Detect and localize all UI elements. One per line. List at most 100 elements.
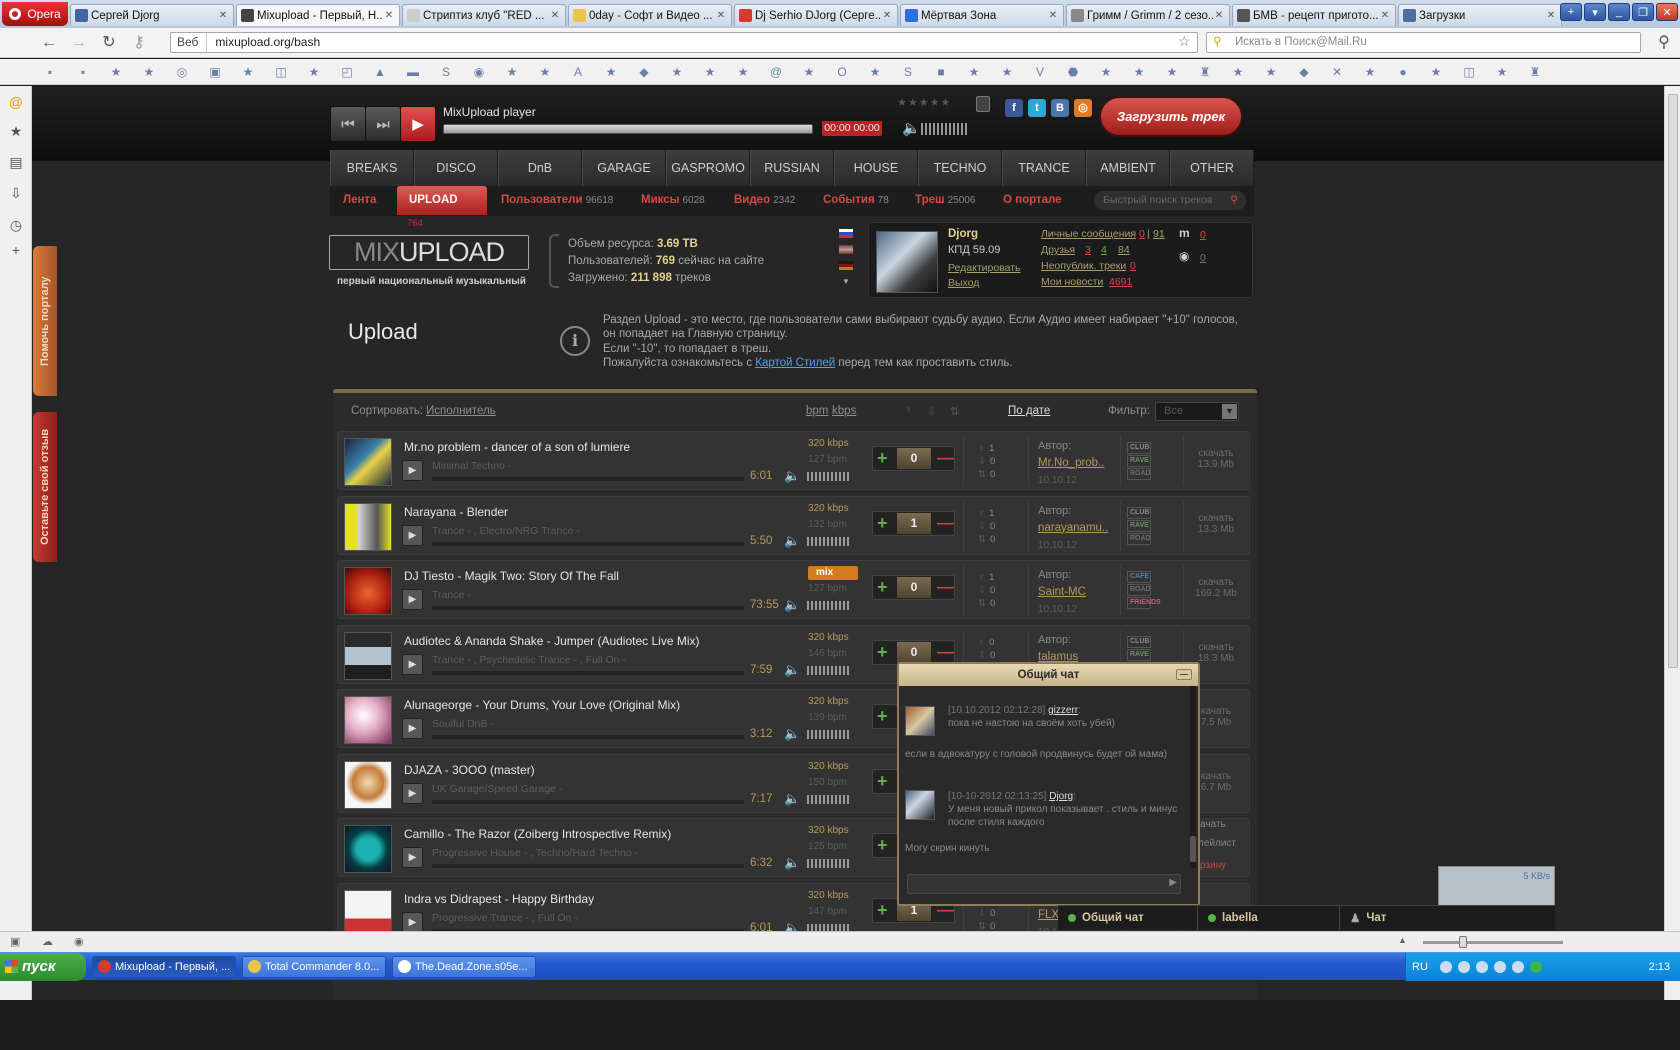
track-progress[interactable] <box>432 541 744 546</box>
downloads-icon[interactable]: ⇩ <box>8 185 24 201</box>
bookmark-icon[interactable]: S <box>438 64 454 80</box>
track-volume-slider[interactable] <box>807 601 851 610</box>
tray-icon[interactable] <box>1512 961 1524 973</box>
tag-cafe[interactable]: CAFE <box>1127 571 1151 583</box>
browser-tab[interactable]: Загрузки ✕ <box>1398 4 1562 26</box>
zoom-slider[interactable] <box>1423 936 1563 948</box>
search-field[interactable]: ⚲ Искать в Поиск@Mail.Ru <box>1206 32 1641 53</box>
friends-link[interactable]: Друзья <box>1041 244 1075 256</box>
bookmark-icon[interactable]: ★ <box>141 64 157 80</box>
track-play-button[interactable]: ▶ <box>402 911 423 933</box>
chat-scroll-thumb[interactable] <box>1190 836 1196 862</box>
bookmark-icon[interactable]: ◆ <box>1296 64 1312 80</box>
bookmark-icon[interactable]: ★ <box>801 64 817 80</box>
track-progress[interactable] <box>432 477 744 481</box>
close-tab-icon[interactable]: ✕ <box>549 10 561 21</box>
track-progress[interactable] <box>432 864 744 868</box>
nav-events[interactable]: События 78 <box>823 194 889 206</box>
flag-de-icon[interactable] <box>839 261 853 270</box>
track-title[interactable]: Alunageorge - Your Drums, Your Love (Ori… <box>404 698 680 712</box>
track-volume-icon[interactable]: 🔈 <box>784 726 800 742</box>
row-download-fragment[interactable]: ачать <box>1200 819 1226 830</box>
bookmark-icon[interactable]: ◎ <box>174 64 190 80</box>
player-progress[interactable] <box>443 124 813 134</box>
bookmark-icon[interactable]: ★ <box>1362 64 1378 80</box>
bookmark-icon[interactable]: ▲ <box>372 64 388 80</box>
mixes-m-icon[interactable]: m <box>1179 226 1190 240</box>
genre-house[interactable]: HOUSE <box>834 150 918 186</box>
bookmark-icon[interactable]: ★ <box>1263 64 1279 80</box>
genre-gaspromo[interactable]: GASPROMO <box>666 150 750 186</box>
track-title[interactable]: Narayana - Blender <box>404 505 508 519</box>
track-volume-icon[interactable]: 🔈 <box>784 533 800 549</box>
avatar[interactable] <box>876 231 938 293</box>
bookmark-icon[interactable]: ★ <box>603 64 619 80</box>
genre-dnb[interactable]: DnB <box>498 150 582 186</box>
bookmark-icon[interactable]: ▣ <box>207 64 223 80</box>
tab-list-icon[interactable]: ▾ <box>1584 3 1606 21</box>
bookmark-icon[interactable]: A <box>570 64 586 80</box>
taskbar-item[interactable]: Total Commander 8.0... <box>242 956 386 978</box>
vote-up-button[interactable]: + <box>877 577 888 597</box>
vote-up-button[interactable]: + <box>877 835 888 855</box>
close-tab-icon[interactable]: ✕ <box>1047 10 1059 21</box>
feedback-tab[interactable]: Оставьте свой отзыв <box>33 412 57 562</box>
track-title[interactable]: Audiotec & Ananda Shake - Jumper (Audiot… <box>404 634 700 648</box>
track-progress[interactable] <box>432 735 744 739</box>
author-link[interactable]: Mr.No_prob.. <box>1038 455 1104 472</box>
vote-up-button[interactable]: + <box>877 513 888 533</box>
bookmark-icon[interactable]: ★ <box>1494 64 1510 80</box>
track-volume-slider[interactable] <box>807 859 851 868</box>
track-cover[interactable] <box>344 825 392 873</box>
sort-by-date[interactable]: По дате <box>1008 405 1050 417</box>
filter-select[interactable]: Все ▼ <box>1155 402 1239 421</box>
author-link[interactable]: narayanamu.. <box>1038 520 1108 537</box>
reload-icon[interactable]: ↻ <box>100 34 118 52</box>
track-cover[interactable] <box>344 438 392 486</box>
close-tab-icon[interactable]: ✕ <box>217 10 229 21</box>
download-link[interactable]: скачать 169.2 Mb <box>1194 577 1238 599</box>
address-field[interactable]: Веб mixupload.org/bash <box>170 32 1198 53</box>
volume-icon[interactable]: 🔈 <box>902 119 921 137</box>
sort-by-bpm[interactable]: bpm <box>806 405 828 417</box>
browser-tab[interactable]: Сергей Djorg ✕ <box>70 4 234 26</box>
genre-russian[interactable]: RUSSIAN <box>750 150 834 186</box>
odnoklassniki-icon[interactable]: ◎ <box>1074 99 1092 117</box>
user-name[interactable]: Djorg <box>948 228 978 240</box>
track-volume-slider[interactable] <box>807 730 851 739</box>
bookmark-icon[interactable]: ◆ <box>636 64 652 80</box>
unpublished-link[interactable]: Неопублик. треки <box>1041 260 1126 272</box>
chat-avatar[interactable] <box>905 706 935 736</box>
friends-requests-count[interactable]: 3 <box>1085 244 1091 256</box>
bookmark-icon[interactable]: ✕ <box>1329 64 1345 80</box>
track-play-button[interactable]: ▶ <box>402 653 423 675</box>
track-cover[interactable] <box>344 567 392 615</box>
track-cover[interactable] <box>344 760 392 809</box>
row-playlist-fragment[interactable]: лейлист <box>1198 838 1236 849</box>
zoom-knob[interactable] <box>1459 936 1467 948</box>
tag-road[interactable]: ROAD <box>1127 584 1151 596</box>
unpublished-count[interactable]: 0 <box>1130 260 1136 272</box>
nav-feed[interactable]: Лента <box>343 194 376 206</box>
sort-likes-icon[interactable]: ♆ <box>904 404 913 416</box>
restore-button[interactable]: ❐ <box>1632 3 1654 21</box>
chat-scrollbar[interactable] <box>1190 686 1196 868</box>
bookmark-icon[interactable]: ◉ <box>471 64 487 80</box>
track-cover[interactable] <box>344 696 392 744</box>
vote-up-button[interactable]: + <box>877 900 888 920</box>
search-options-icon[interactable]: ⚲ <box>1655 34 1673 52</box>
track-volume-icon[interactable]: 🔈 <box>784 662 800 678</box>
bookmark-icon[interactable]: ▪ <box>75 64 91 80</box>
vk-icon[interactable]: B <box>1051 99 1069 117</box>
bookmark-icon[interactable]: ★ <box>669 64 685 80</box>
friends-total-count[interactable]: 84 <box>1118 244 1130 256</box>
bottom-chat-tab[interactable]: Общий чат <box>1058 906 1198 930</box>
track-play-button[interactable]: ▶ <box>402 718 423 739</box>
taskbar-item[interactable]: The.Dead.Zone.s05e... <box>392 956 536 978</box>
bookmark-icon[interactable]: ★ <box>504 64 520 80</box>
bookmark-icon[interactable]: ★ <box>702 64 718 80</box>
track-volume-icon[interactable]: 🔈 <box>784 597 800 613</box>
chat-input[interactable]: ▶ <box>907 874 1181 894</box>
bookmark-icon[interactable]: ♜ <box>1527 64 1543 80</box>
bookmark-icon[interactable]: ⬣ <box>1065 64 1081 80</box>
